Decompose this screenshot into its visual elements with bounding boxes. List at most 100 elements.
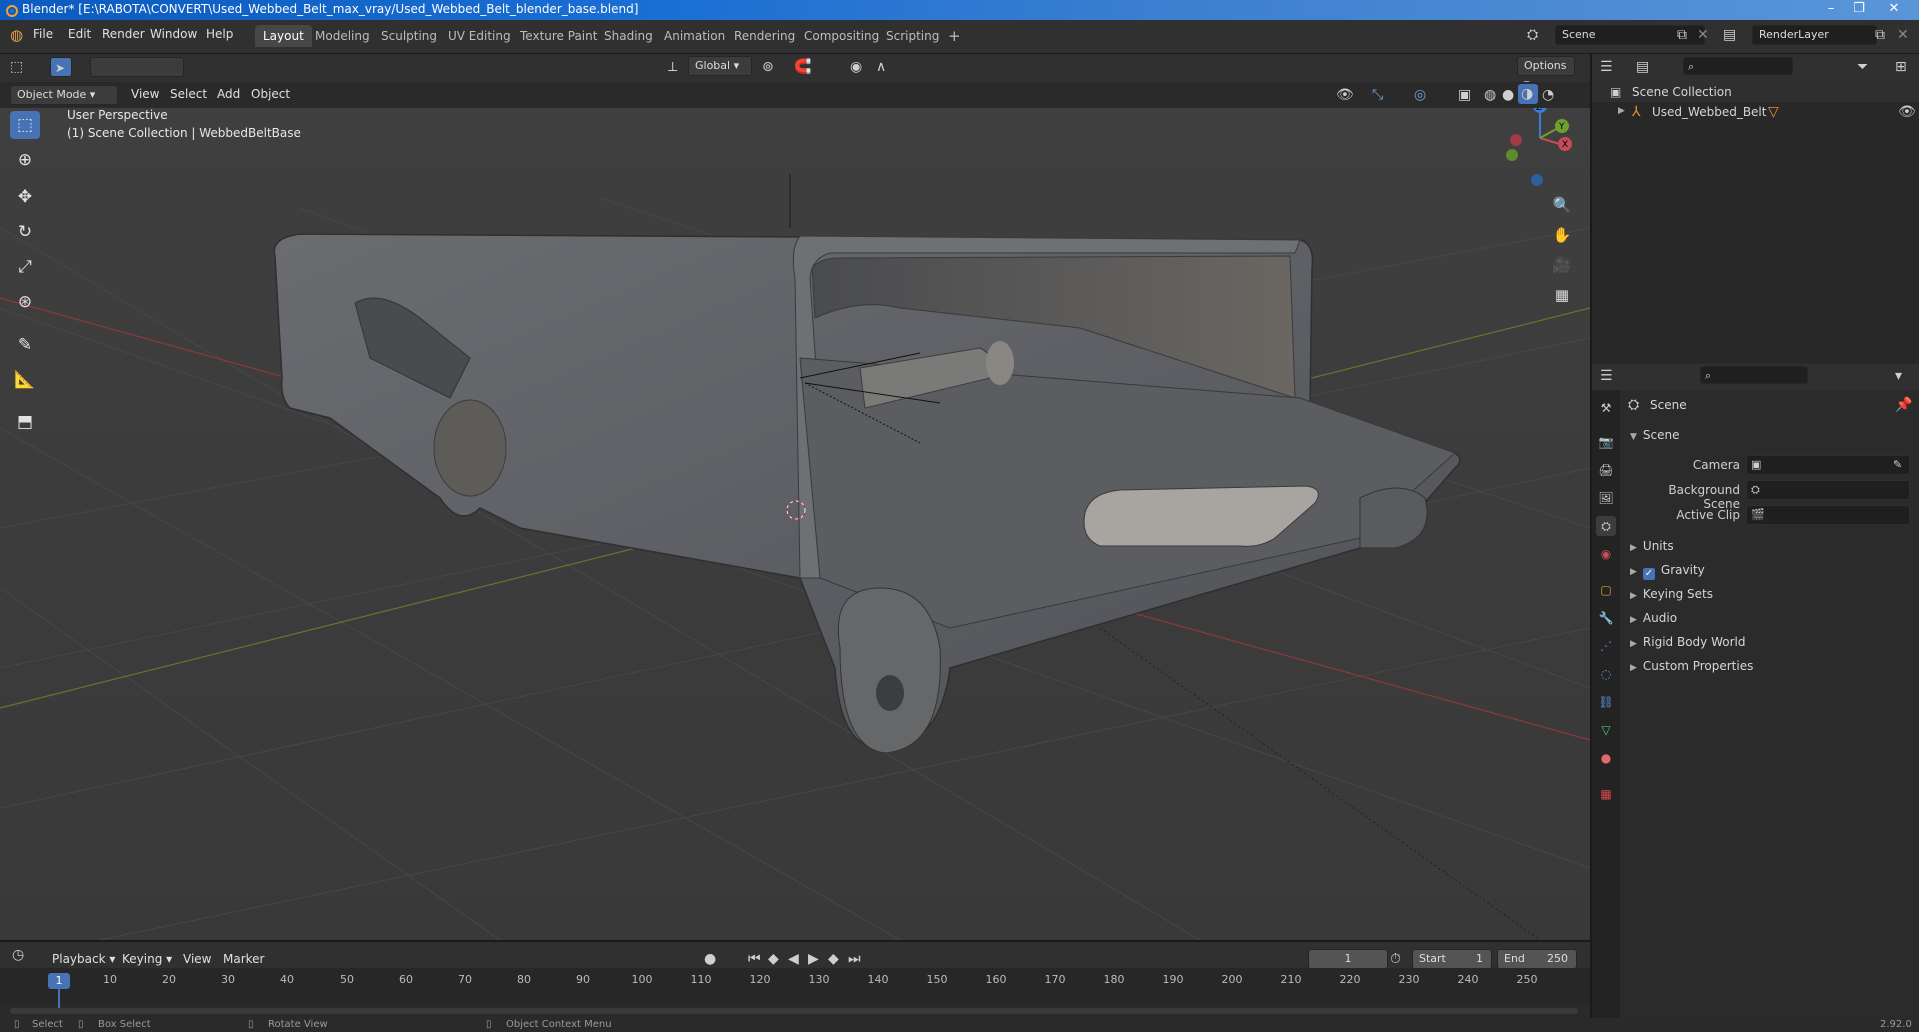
- blender-menu-icon[interactable]: ◍: [10, 26, 23, 44]
- add-cube-tool-icon[interactable]: ⬒: [10, 408, 40, 436]
- menu-edit[interactable]: Edit: [68, 27, 91, 41]
- options-dropdown[interactable]: Options ▾: [1517, 56, 1575, 90]
- record-icon[interactable]: ●: [704, 951, 716, 967]
- object-tab-icon[interactable]: ▢: [1596, 580, 1616, 600]
- properties-search-input[interactable]: ⌕: [1700, 366, 1808, 384]
- pin-icon[interactable]: 📌: [1895, 397, 1912, 413]
- output-tab-icon[interactable]: 🖨: [1596, 460, 1616, 480]
- tab-rendering[interactable]: Rendering: [726, 25, 803, 47]
- playhead[interactable]: 1: [48, 973, 70, 989]
- camera-view-icon[interactable]: 🎥: [1550, 253, 1574, 277]
- timeline-scrollbar[interactable]: [10, 1008, 1578, 1014]
- play-icon[interactable]: ▶: [808, 951, 819, 967]
- zoom-icon[interactable]: 🔍: [1550, 193, 1574, 217]
- display-mode-icon[interactable]: ▤: [1636, 59, 1649, 75]
- tab-sculpting[interactable]: Sculpting: [373, 25, 445, 47]
- gizmo-toggle-icon[interactable]: ⤡: [1372, 87, 1383, 103]
- particles-tab-icon[interactable]: ⋰: [1596, 636, 1616, 656]
- jump-start-icon[interactable]: ⏮: [748, 951, 761, 967]
- editor-type-icon[interactable]: ⬚: [10, 59, 23, 75]
- viewport-menu-view[interactable]: View: [131, 87, 159, 101]
- eyedropper-icon[interactable]: ✎: [1893, 457, 1902, 473]
- outliner-editor-icon[interactable]: ☰: [1600, 59, 1613, 75]
- overlays-icon[interactable]: ◎: [1414, 87, 1426, 103]
- jump-end-icon[interactable]: ⏭: [848, 951, 861, 967]
- transform-tool-icon[interactable]: ⊛: [10, 288, 40, 316]
- new-collection-icon[interactable]: ⊞: [1895, 59, 1907, 75]
- timeline-menu-marker[interactable]: Marker: [223, 952, 264, 966]
- audio-panel[interactable]: ▶ Audio: [1630, 611, 1677, 625]
- outliner-row-used-webbed-belt[interactable]: ▶ ⅄ Used_Webbed_Belt ▽ 👁: [1592, 102, 1919, 122]
- restore-icon[interactable]: ❐: [1845, 0, 1873, 20]
- ortho-toggle-icon[interactable]: ▦: [1550, 283, 1574, 307]
- world-tab-icon[interactable]: ◉: [1596, 544, 1616, 564]
- outliner-search-input[interactable]: ⌕: [1683, 57, 1793, 75]
- properties-editor-icon[interactable]: ☰: [1600, 368, 1613, 384]
- cursor-tool-icon[interactable]: ⊕: [10, 146, 40, 174]
- visibility-icon[interactable]: 👁: [1336, 87, 1354, 103]
- gravity-panel[interactable]: ▶ ✓ Gravity: [1630, 563, 1705, 580]
- snap-icon[interactable]: 🧲: [794, 59, 811, 75]
- timeline-menu-view[interactable]: View: [183, 952, 211, 966]
- menu-render[interactable]: Render: [102, 27, 145, 41]
- view-layer-selector[interactable]: RenderLayer: [1752, 25, 1877, 45]
- transform-orientation-dropdown[interactable]: Global ▾: [688, 56, 752, 76]
- delete-view-layer-icon[interactable]: ✕: [1897, 27, 1909, 43]
- close-icon[interactable]: ✕: [1880, 0, 1908, 20]
- eye-visibility-icon[interactable]: 👁: [1898, 104, 1916, 120]
- scene-section-header[interactable]: ▼ Scene: [1630, 428, 1680, 442]
- tab-layout[interactable]: Layout: [255, 25, 312, 47]
- tool-tab-icon[interactable]: ⚒: [1596, 398, 1616, 418]
- properties-options-icon[interactable]: ▾: [1895, 368, 1902, 384]
- viewport-menu-select[interactable]: Select: [170, 87, 207, 101]
- gravity-checkbox[interactable]: ✓: [1642, 568, 1655, 580]
- timeline-menu-keying[interactable]: Keying ▾: [122, 952, 172, 966]
- delete-scene-icon[interactable]: ✕: [1697, 27, 1709, 43]
- scene-tab-icon[interactable]: ⛭: [1596, 516, 1616, 536]
- material-tab-icon[interactable]: ●: [1596, 748, 1616, 768]
- annotate-tool-icon[interactable]: ✎: [10, 331, 40, 359]
- pivot-icon[interactable]: ⊚: [762, 59, 774, 75]
- object-mode-dropdown[interactable]: Object Mode ▾: [10, 85, 118, 105]
- texture-tab-icon[interactable]: ▦: [1596, 784, 1616, 804]
- outliner-row-scene-collection[interactable]: ▣ Scene Collection: [1592, 82, 1919, 102]
- proportional-edit-icon[interactable]: ◉: [850, 59, 862, 75]
- keying-sets-panel[interactable]: ▶ Keying Sets: [1630, 587, 1713, 601]
- minimize-icon[interactable]: –: [1817, 0, 1845, 20]
- start-frame-field[interactable]: Start 1: [1412, 949, 1492, 969]
- data-tab-icon[interactable]: ▽: [1596, 720, 1616, 740]
- viewport-scene[interactable]: Z X Y: [0, 108, 1590, 940]
- current-frame-field[interactable]: 1: [1308, 949, 1388, 969]
- new-view-layer-icon[interactable]: ⧉: [1875, 27, 1885, 43]
- units-panel[interactable]: ▶ Units: [1630, 539, 1674, 553]
- view-layer-tab-icon[interactable]: 🖼: [1596, 488, 1616, 508]
- background-scene-field[interactable]: ⛭: [1746, 480, 1910, 500]
- tab-animation[interactable]: Animation: [656, 25, 733, 47]
- rigid-body-world-panel[interactable]: ▶ Rigid Body World: [1630, 635, 1745, 649]
- tab-modeling[interactable]: Modeling: [307, 25, 378, 47]
- stopwatch-icon[interactable]: ⏱: [1390, 951, 1401, 967]
- pan-hand-icon[interactable]: ✋: [1550, 223, 1574, 247]
- selection-mode-buttons[interactable]: [90, 57, 184, 77]
- tab-shading[interactable]: Shading: [596, 25, 661, 47]
- material-preview-button[interactable]: ◑: [1518, 84, 1538, 104]
- custom-properties-panel[interactable]: ▶ Custom Properties: [1630, 659, 1753, 673]
- timeline-editor-icon[interactable]: ◷: [12, 947, 24, 963]
- play-reverse-icon[interactable]: ◀: [788, 951, 799, 967]
- end-frame-field[interactable]: End 250: [1497, 949, 1577, 969]
- xray-icon[interactable]: ▣: [1458, 87, 1471, 103]
- rendered-shading-icon[interactable]: ◔: [1542, 87, 1554, 103]
- wireframe-shading-icon[interactable]: ◍: [1484, 87, 1496, 103]
- menu-window[interactable]: Window: [150, 27, 197, 41]
- scale-tool-icon[interactable]: ⤢: [10, 253, 40, 281]
- select-mode-button[interactable]: ➤: [50, 57, 72, 77]
- viewport-menu-add[interactable]: Add: [217, 87, 240, 101]
- gizmo-neg-x-icon[interactable]: [1510, 134, 1522, 146]
- measure-tool-icon[interactable]: 📐: [10, 366, 40, 394]
- physics-tab-icon[interactable]: ◌: [1596, 664, 1616, 684]
- viewport-menu-object[interactable]: Object: [251, 87, 290, 101]
- view-layer-icon[interactable]: ▤: [1723, 27, 1736, 43]
- tab-scripting[interactable]: Scripting: [878, 25, 947, 47]
- rotate-tool-icon[interactable]: ↻: [10, 218, 40, 246]
- filter-icon[interactable]: ⏷: [1857, 59, 1868, 75]
